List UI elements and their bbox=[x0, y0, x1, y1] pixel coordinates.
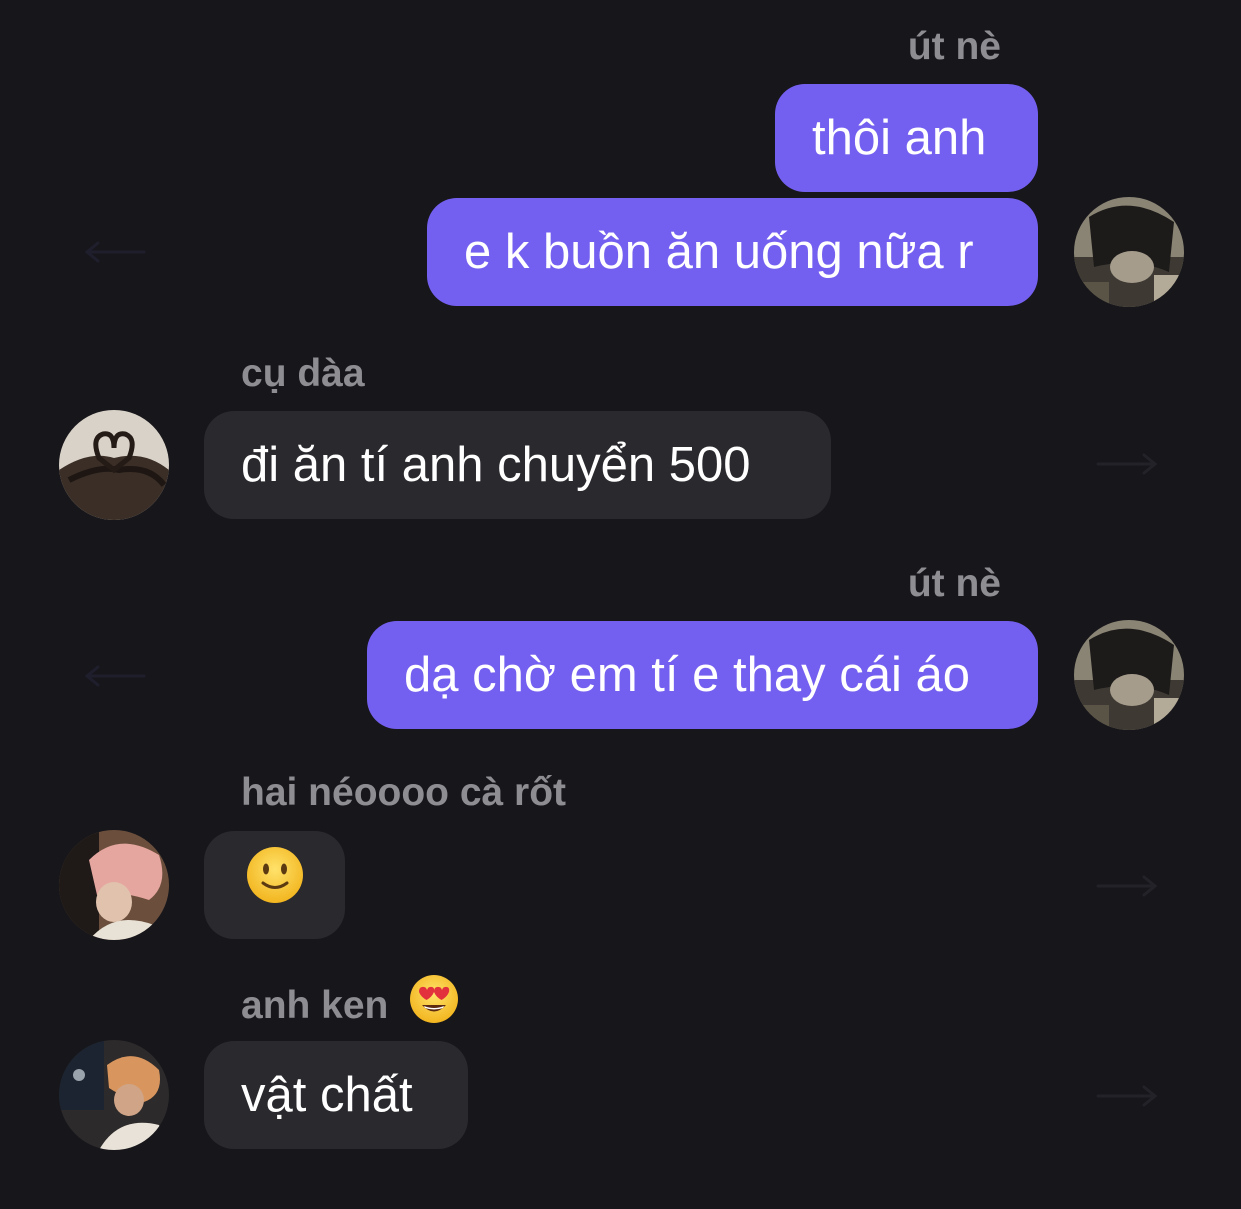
arrow-right-icon[interactable] bbox=[1096, 1084, 1160, 1108]
message-bubble-e-k-buon[interactable]: e k buồn ăn uống nữa r bbox=[427, 198, 1038, 306]
message-bubble-di-an-ti[interactable]: đi ăn tí anh chuyển 500 bbox=[204, 411, 831, 519]
message-bubble-emoji[interactable] bbox=[204, 831, 345, 939]
message-text: đi ăn tí anh chuyển 500 bbox=[241, 438, 751, 492]
sender-name-ut-ne: út nè bbox=[907, 25, 1001, 68]
message-bubble-vat-chat[interactable]: vật chất bbox=[204, 1041, 468, 1149]
avatar-ut-ne[interactable] bbox=[1074, 620, 1184, 730]
arrow-right-icon[interactable] bbox=[1096, 874, 1160, 898]
message-text: dạ chờ em tí e thay cái áo bbox=[404, 648, 970, 702]
arrow-left-icon[interactable] bbox=[82, 664, 146, 688]
heart-eyes-face-icon bbox=[409, 974, 459, 1035]
sender-name-text: anh ken bbox=[241, 983, 389, 1027]
avatar-anh-ken[interactable] bbox=[59, 1040, 169, 1150]
avatar-hai-neoooo[interactable] bbox=[59, 830, 169, 940]
message-text: thôi anh bbox=[812, 111, 987, 165]
sender-name-anh-ken: anh ken bbox=[241, 975, 459, 1035]
slightly-smiling-face-icon bbox=[246, 834, 304, 942]
message-bubble-thoi-anh[interactable]: thôi anh bbox=[775, 84, 1038, 192]
sender-name-ut-ne: út nè bbox=[907, 562, 1001, 605]
arrow-left-icon[interactable] bbox=[82, 240, 146, 264]
message-bubble-da-cho-em[interactable]: dạ chờ em tí e thay cái áo bbox=[367, 621, 1038, 729]
avatar-cu-daa[interactable] bbox=[59, 410, 169, 520]
message-text: vật chất bbox=[241, 1068, 413, 1122]
sender-name-hai-neoooo: hai néoooo cà rốt bbox=[241, 771, 567, 814]
message-text: e k buồn ăn uống nữa r bbox=[464, 225, 974, 279]
arrow-right-icon[interactable] bbox=[1096, 452, 1160, 476]
avatar-ut-ne[interactable] bbox=[1074, 197, 1184, 307]
sender-name-cu-daa: cụ dàa bbox=[241, 352, 365, 395]
